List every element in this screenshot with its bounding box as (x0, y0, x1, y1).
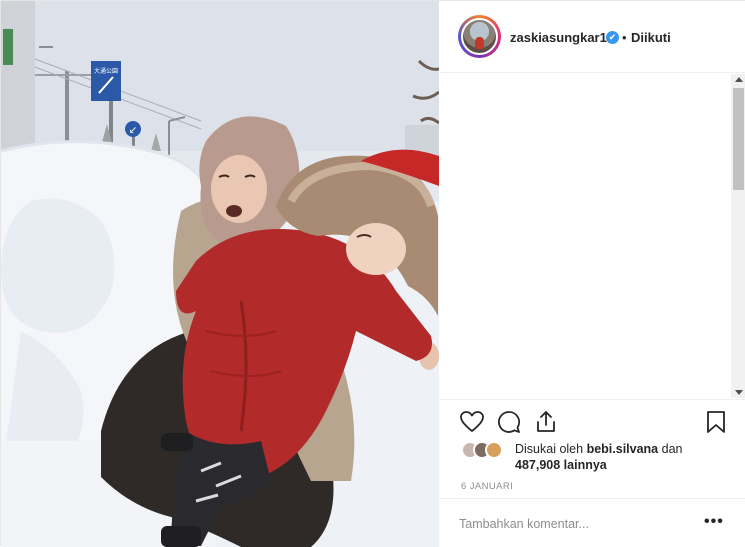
profile-avatar-ring[interactable] (458, 15, 501, 58)
profile-avatar[interactable] (461, 18, 498, 55)
post-date[interactable]: 6 JANUARI (461, 481, 513, 492)
post-header: zaskiasungkar15 ✔ • Diikuti (439, 1, 745, 73)
add-comment-bar: ••• (439, 498, 745, 547)
photo-illustration: 大通公園 ↙ (1, 1, 439, 547)
bookmark-icon[interactable] (703, 409, 729, 435)
header-separator: • (622, 30, 627, 45)
likes-prefix: Disukai oleh (515, 442, 584, 456)
scroll-down-arrow-icon[interactable] (735, 390, 743, 395)
street-sign-text: 大通公園 (94, 67, 118, 75)
comment-icon[interactable] (496, 409, 522, 435)
share-icon[interactable] (533, 409, 559, 435)
likes-count[interactable]: 487,908 (515, 458, 560, 472)
likes-summary: Disukai oleh bebi.silvana dan 487,908 la… (461, 441, 731, 477)
comment-input[interactable] (459, 515, 689, 533)
comments-scrollbar[interactable] (731, 74, 745, 398)
likes-conjunction: dan (661, 442, 683, 456)
post-actions-bar (439, 399, 745, 439)
heart-icon[interactable] (459, 409, 485, 435)
post-photo[interactable]: 大通公園 ↙ (1, 1, 439, 547)
liker-avatar[interactable] (485, 441, 503, 459)
scrollbar-thumb[interactable] (733, 88, 744, 190)
liker-avatars (461, 441, 511, 459)
liker-username-link[interactable]: bebi.silvana (587, 442, 659, 456)
likes-suffix[interactable]: lainnya (564, 458, 607, 472)
more-options-icon[interactable]: ••• (704, 513, 724, 531)
post-details-panel: zaskiasungkar15 ✔ • Diikuti Disukai oleh… (439, 1, 745, 547)
verified-badge-icon: ✔ (606, 31, 619, 44)
instagram-post: 大通公園 ↙ zaskiasungkar15 ✔ • Diikuti Disuk… (0, 0, 745, 547)
following-button[interactable]: Diikuti (631, 30, 671, 45)
likes-text-line1: Disukai oleh bebi.silvana dan (515, 442, 682, 456)
road-sign: ↙ (129, 125, 137, 136)
username-link[interactable]: zaskiasungkar15 (510, 30, 614, 45)
scroll-up-arrow-icon[interactable] (735, 77, 743, 82)
likes-text-line2[interactable]: 487,908 lainnya (515, 458, 607, 472)
comments-area[interactable] (439, 74, 745, 398)
